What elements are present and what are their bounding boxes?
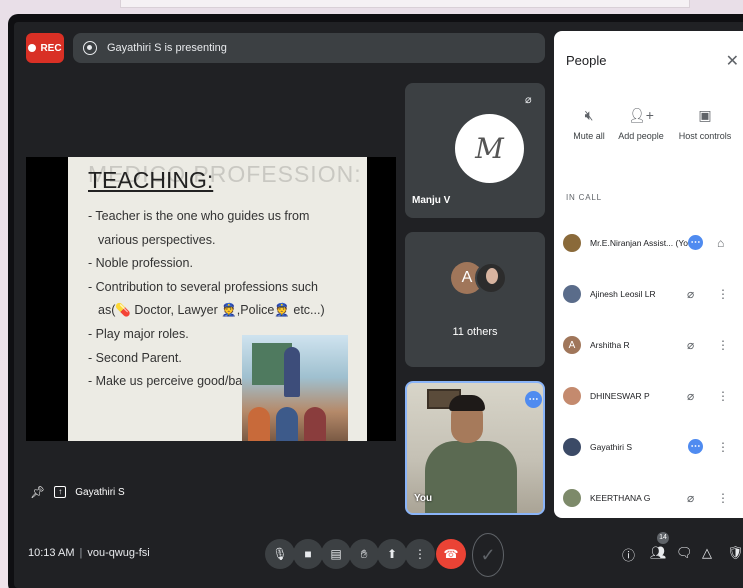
others-count: 11 others	[452, 326, 498, 338]
presenting-icon	[83, 41, 97, 55]
mute-all-label: Mute all	[573, 131, 605, 141]
host-controls-icon[interactable]: 🛡︎	[727, 545, 743, 561]
participant-count-badge: 14	[657, 532, 669, 544]
more-vert-icon[interactable]: ⋮	[717, 338, 729, 352]
camera-button[interactable]: ■	[293, 539, 323, 569]
microphone-button[interactable]: 🎙︎	[265, 539, 295, 569]
meeting-code: vou-qwug-fsi	[87, 547, 150, 559]
avatar: M	[455, 114, 524, 183]
participant-tile-others[interactable]: A 11 others	[405, 232, 545, 367]
panel-title: People	[566, 53, 607, 68]
avatar	[563, 489, 581, 507]
slide-title: TEACHING:	[88, 167, 214, 193]
current-time: 10:13 AM	[28, 547, 75, 559]
present-button[interactable]: ⬆︎	[377, 539, 407, 569]
recording-label: REC	[40, 42, 62, 54]
more-options-icon[interactable]: ⋯	[525, 391, 542, 408]
present-icon: ⬆︎	[386, 547, 398, 561]
hand-icon: ✋︎	[360, 546, 368, 561]
slide-bullet: various perspectives.	[98, 232, 216, 247]
raise-hand-button[interactable]: ✋︎	[349, 539, 379, 569]
more-vert-icon: ⋮	[414, 547, 426, 561]
avatar	[563, 285, 581, 303]
participant-name: Gayathiri S	[590, 442, 633, 452]
presentation-slide: MEDICO PROFESSION: TEACHING: - Teacher i…	[68, 157, 367, 441]
captions-icon: ▤	[330, 547, 342, 561]
tile-name: Manju V	[412, 195, 451, 206]
present-icon: ↑	[54, 486, 67, 498]
more-vert-icon[interactable]: ⋮	[717, 389, 729, 403]
participant-name: Arshitha R	[590, 340, 630, 350]
participant-name: Ajinesh Leosil LR	[590, 289, 656, 299]
check-circle-icon: ✓	[472, 533, 504, 577]
microphone-icon: 🎙︎	[272, 547, 288, 561]
mic-off-icon: ⌀	[687, 389, 695, 403]
avatar	[563, 234, 581, 252]
pin-icon[interactable]: 📌︎	[30, 485, 45, 499]
more-options-icon[interactable]: ⋯	[688, 439, 703, 454]
participant-tile-manju[interactable]: ⌀ M Manju V	[405, 83, 545, 218]
recording-indicator: REC	[26, 33, 64, 63]
pin-icon[interactable]: ⌂	[717, 236, 724, 250]
add-person-icon: 👤︎+	[628, 107, 654, 123]
more-vert-icon[interactable]: ⋮	[717, 440, 729, 454]
close-icon[interactable]: ✕	[726, 51, 739, 71]
presenting-text: Gayathiri S is presenting	[107, 42, 227, 54]
list-item[interactable]: Mr.E.Niranjan Assist... (You) ⋯ ⌂	[554, 223, 743, 263]
tile-name: You	[414, 493, 433, 504]
pinned-presenter: 📌︎ ↑ Gayathiri S	[30, 485, 125, 499]
participant-name: KEERTHANA G	[590, 493, 651, 503]
info-icon[interactable]: ⓘ	[622, 545, 635, 564]
more-vert-icon[interactable]: ⋮	[717, 491, 729, 505]
in-call-section: IN CALL	[566, 193, 602, 202]
leave-call-button[interactable]: ☎︎	[436, 539, 466, 569]
pinned-name: Gayathiri S	[75, 486, 125, 498]
meeting-info: 10:13 AM | vou-qwug-fsi	[28, 547, 150, 559]
browser-strip	[120, 0, 690, 8]
captions-button[interactable]: ▤	[321, 539, 351, 569]
chat-icon[interactable]: 🗨︎	[676, 545, 693, 561]
participant-name: Mr.E.Niranjan Assist... (You)	[590, 238, 696, 248]
more-options-button[interactable]: ⋮	[405, 539, 435, 569]
camera-icon: ■	[304, 547, 312, 561]
phone-hangup-icon: ☎︎	[443, 547, 459, 561]
avatar: A	[563, 336, 581, 354]
slide-bullet: - Contribution to several professions su…	[88, 279, 318, 294]
avatar	[563, 438, 581, 456]
avatar	[475, 262, 507, 294]
list-item[interactable]: Ajinesh Leosil LR ⌀ ⋮	[554, 274, 743, 314]
activities-icon[interactable]: △	[702, 545, 712, 561]
classroom-photo	[242, 335, 348, 441]
slide-bullet: - Noble profession.	[88, 256, 193, 271]
participant-name: DHINESWAR P	[590, 391, 650, 401]
self-video-tile[interactable]: You ⋯	[405, 381, 545, 515]
host-controls-label: Host controls	[678, 131, 732, 141]
avatar	[563, 387, 581, 405]
host-controls-button[interactable]: ▣ Host controls	[670, 107, 740, 141]
mic-off-icon: ⌀	[687, 338, 695, 352]
mic-off-icon: ⌀	[687, 287, 695, 301]
slide-bullet: as(💊 Doctor, Lawyer 👮,Police👮 etc...)	[98, 303, 325, 318]
people-panel: People ✕ 🔇︎ Mute all 👤︎+ Add people ▣ Ho…	[554, 31, 743, 518]
slide-bullet: - Teacher is the one who guides us from	[88, 209, 310, 223]
presenting-banner[interactable]: Gayathiri S is presenting	[73, 33, 545, 63]
add-people-label: Add people	[618, 131, 664, 141]
people-icon[interactable]: 👥︎	[650, 545, 667, 561]
list-item[interactable]: Gayathiri S ⋯ ⋮	[554, 427, 743, 467]
list-item[interactable]: A Arshitha R ⌀ ⋮	[554, 325, 743, 365]
more-options-icon[interactable]: ⋯	[688, 235, 703, 250]
list-item[interactable]: DHINESWAR P ⌀ ⋮	[554, 376, 743, 416]
bottom-toolbar: 10:13 AM | vou-qwug-fsi 🎙︎ ■ ▤ ✋︎ ⬆︎ ⋮ ☎︎ …	[0, 527, 743, 582]
list-item[interactable]: KEERTHANA G ⌀ ⋮	[554, 478, 743, 518]
mic-off-icon: ⌀	[525, 94, 532, 106]
host-controls-icon: ▣	[698, 107, 712, 123]
mic-off-icon: ⌀	[687, 491, 695, 505]
record-dot-icon	[28, 44, 37, 52]
more-vert-icon[interactable]: ⋮	[717, 287, 729, 301]
add-people-button[interactable]: 👤︎+ Add people	[606, 107, 676, 141]
